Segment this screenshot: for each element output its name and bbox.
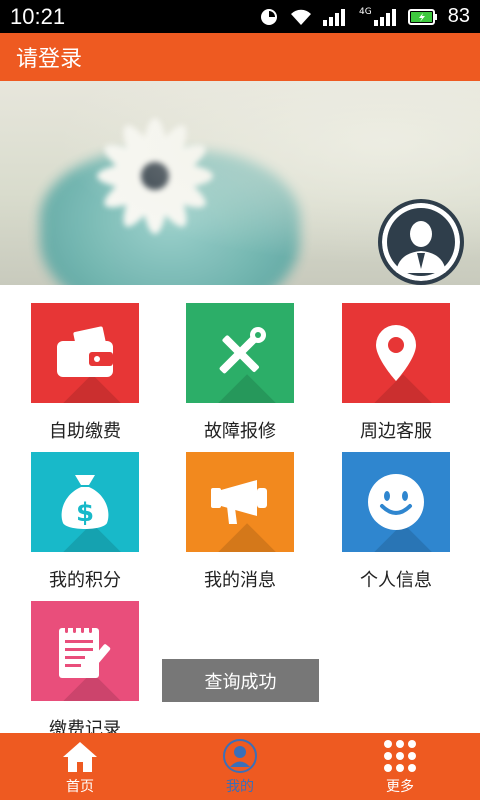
money-bag-icon: $ [61,475,109,529]
tile-my-points-background: $ [31,452,139,552]
tile-personal-info[interactable]: 个人信息 [342,452,450,592]
status-bar: 10:21 4G 83 [0,0,480,33]
tile-payment-records[interactable]: 缴费记录 [31,601,139,741]
tile-repair[interactable]: 故障报修 [186,303,294,443]
signal-icon-secondary [373,8,396,26]
status-icons: 4G 83 [259,5,470,28]
tile-self-payment[interactable]: 自助缴费 [31,303,139,443]
tile-repair-background [186,303,294,403]
wallet-icon [57,326,113,377]
avatar[interactable] [378,199,464,285]
battery-icon [407,8,437,25]
profile-banner: 登录 [0,81,480,285]
location-pin-icon [376,325,416,381]
tile-self-payment-background [31,303,139,403]
toast-message: 查询成功 [162,659,319,702]
user-icon [223,739,257,773]
tile-personal-info-label: 个人信息 [360,570,432,591]
tile-payment-records-background [31,601,139,701]
nav-home-label: 首页 [66,779,94,795]
bottom-nav: 首页 我的 更多 [0,733,480,800]
page-title[interactable]: 请登录 [16,41,82,73]
notepad-icon [59,624,111,678]
tile-nearby-service-label: 周边客服 [360,421,432,442]
wifi-icon [291,9,312,25]
megaphone-icon [211,480,267,524]
network-type-label: 4G [359,6,372,17]
nav-more-label: 更多 [386,779,414,795]
tile-my-points-label: 我的积分 [49,570,121,591]
nav-more[interactable]: 更多 [320,733,480,800]
nav-mine-label: 我的 [226,779,254,795]
svg-text:$: $ [76,498,94,528]
status-time: 10:21 [10,3,66,29]
tile-my-messages[interactable]: 我的消息 [186,452,294,592]
avatar-person-icon [382,203,460,281]
title-bar: 请登录 [0,33,480,81]
grid-icon [384,740,416,772]
tile-personal-info-background [342,452,450,552]
nav-mine[interactable]: 我的 [160,733,320,800]
app-screen: 10:21 4G 83 请登录 自助缴费 故障报修 周边客服 $ 我的积分 我的… [0,0,480,800]
tile-nearby-service[interactable]: 周边客服 [342,303,450,443]
signal-icon [323,8,346,26]
alarm-icon [261,8,278,25]
battery-level: 83 [447,5,470,27]
tools-icon [219,327,266,374]
smiley-icon [368,474,424,530]
tile-nearby-service-background [342,303,450,403]
tile-repair-label: 故障报修 [204,421,276,442]
tile-my-points[interactable]: $ 我的积分 [31,452,139,592]
nav-home[interactable]: 首页 [0,733,160,800]
tile-my-messages-background [186,452,294,552]
tile-my-messages-label: 我的消息 [204,570,276,591]
home-icon [63,742,97,772]
tile-self-payment-label: 自助缴费 [49,421,121,442]
